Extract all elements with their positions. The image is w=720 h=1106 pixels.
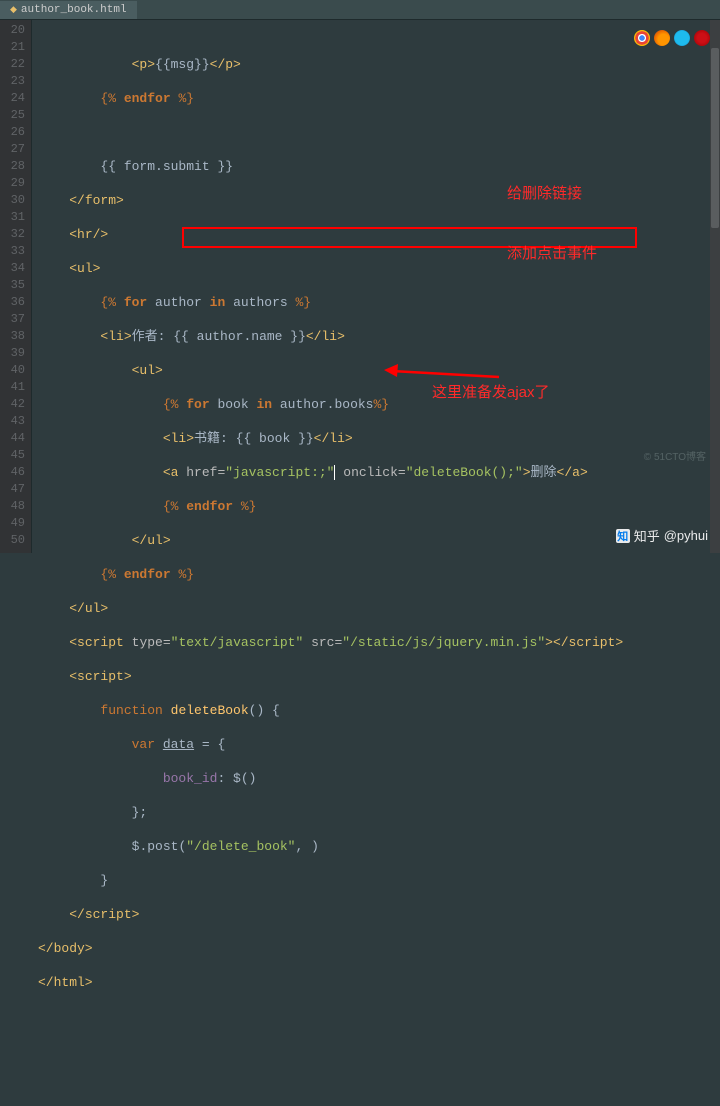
line-number: 49 xyxy=(0,515,25,532)
line-number: 36 xyxy=(0,294,25,311)
code-area[interactable]: <p>{{msg}}</p> {% endfor %} {{ form.subm… xyxy=(32,20,720,553)
firefox-icon[interactable] xyxy=(654,30,670,46)
line-number: 33 xyxy=(0,243,25,260)
html-file-icon: ◆ xyxy=(10,5,17,15)
editor: 2021222324252627282930313233343536373839… xyxy=(0,20,720,553)
zhihu-icon: 知 xyxy=(616,529,630,543)
line-number: 23 xyxy=(0,73,25,90)
line-number: 48 xyxy=(0,498,25,515)
scrollbar-thumb[interactable] xyxy=(711,48,719,228)
line-number: 44 xyxy=(0,430,25,447)
line-number: 50 xyxy=(0,532,25,549)
tab-filename: author_book.html xyxy=(21,4,127,16)
line-gutter: 2021222324252627282930313233343536373839… xyxy=(0,20,32,553)
line-number: 34 xyxy=(0,260,25,277)
line-number: 43 xyxy=(0,413,25,430)
watermark-51cto: © 51CTO博客 xyxy=(644,448,706,463)
line-number: 42 xyxy=(0,396,25,413)
line-number: 29 xyxy=(0,175,25,192)
line-number: 27 xyxy=(0,141,25,158)
line-number: 38 xyxy=(0,328,25,345)
scrollbar-track[interactable] xyxy=(710,20,720,553)
ie-icon[interactable] xyxy=(674,30,690,46)
line-number: 21 xyxy=(0,39,25,56)
file-tab[interactable]: ◆ author_book.html xyxy=(0,1,137,19)
chrome-icon[interactable] xyxy=(634,30,650,46)
line-number: 20 xyxy=(0,22,25,39)
line-number: 39 xyxy=(0,345,25,362)
line-number: 45 xyxy=(0,447,25,464)
line-number: 37 xyxy=(0,311,25,328)
opera-icon[interactable] xyxy=(694,30,710,46)
browser-icons xyxy=(634,30,710,46)
line-number: 31 xyxy=(0,209,25,226)
line-number: 35 xyxy=(0,277,25,294)
line-number: 26 xyxy=(0,124,25,141)
line-number: 22 xyxy=(0,56,25,73)
line-number: 25 xyxy=(0,107,25,124)
line-number: 47 xyxy=(0,481,25,498)
line-number: 41 xyxy=(0,379,25,396)
tab-bar: ◆ author_book.html xyxy=(0,0,720,20)
line-number: 46 xyxy=(0,464,25,481)
line-number: 40 xyxy=(0,362,25,379)
line-number: 32 xyxy=(0,226,25,243)
watermark-zhihu: 知 知乎 @pyhui xyxy=(616,526,708,545)
line-number: 30 xyxy=(0,192,25,209)
line-number: 28 xyxy=(0,158,25,175)
line-number: 24 xyxy=(0,90,25,107)
